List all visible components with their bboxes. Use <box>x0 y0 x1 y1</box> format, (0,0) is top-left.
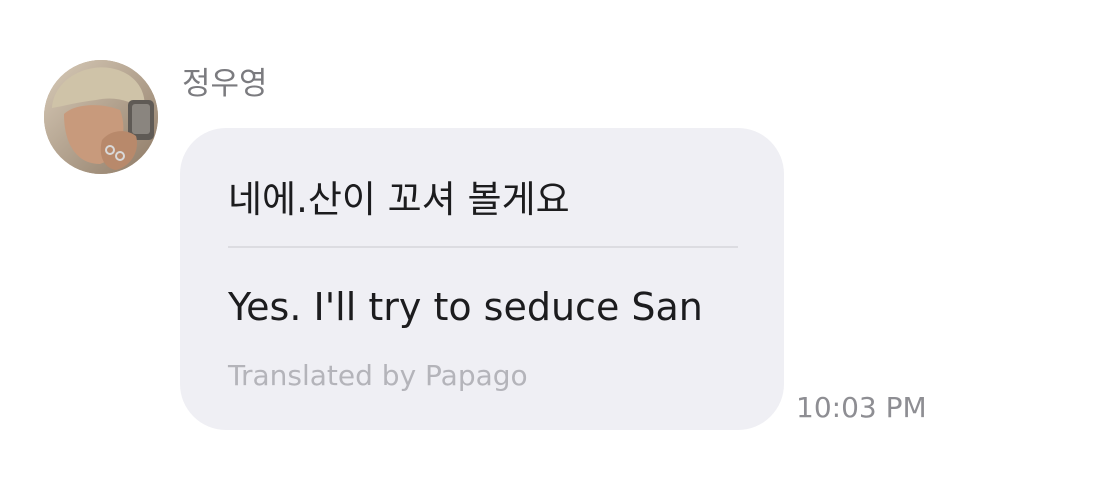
original-message-text: 네에.산이 꼬셔 볼게요 <box>228 178 570 221</box>
translation-divider <box>228 246 738 248</box>
translated-message-text: Yes. I'll try to seduce San <box>228 285 703 329</box>
message-timestamp: 10:03 PM <box>796 391 927 424</box>
translation-credit: Translated by Papago <box>228 359 528 392</box>
chat-screen: 정우영 네에.산이 꼬셔 볼게요 Yes. I'll try to seduce… <box>0 0 1100 477</box>
avatar-photo <box>44 60 158 174</box>
message-bubble[interactable]: 네에.산이 꼬셔 볼게요 Yes. I'll try to seduce San… <box>180 128 784 430</box>
sender-avatar[interactable] <box>44 60 158 174</box>
sender-name: 정우영 <box>182 66 268 102</box>
